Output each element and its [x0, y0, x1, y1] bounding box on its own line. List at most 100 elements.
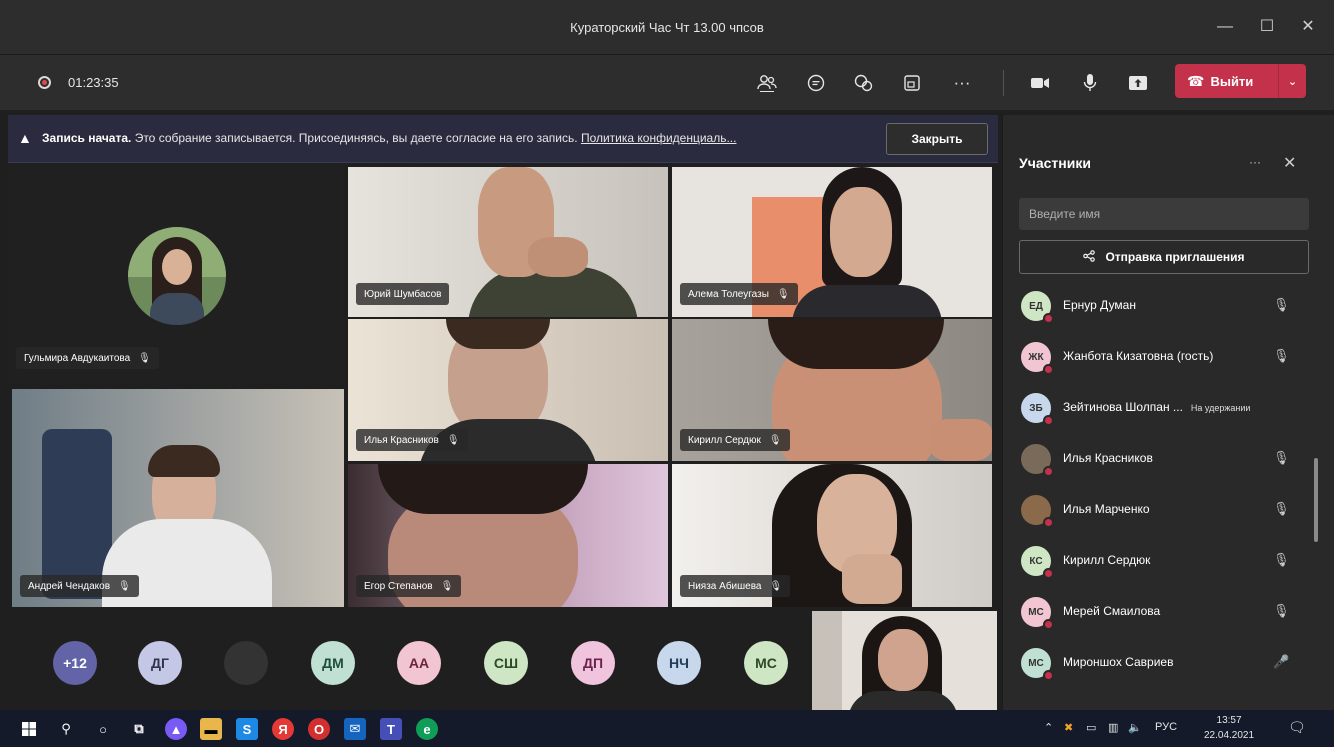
microphone-icon[interactable]: [1074, 67, 1106, 99]
reactions-icon[interactable]: [848, 67, 880, 99]
camera-icon[interactable]: [1024, 67, 1056, 99]
video-tile[interactable]: Егор Степанов 🎙: [348, 464, 668, 607]
avatar-initials: ЗБ: [1029, 402, 1043, 414]
participant-row[interactable]: КС Кирилл Сердюк 🎙: [1003, 538, 1313, 589]
edge-icon[interactable]: e: [416, 718, 438, 740]
send-invite-button[interactable]: Отправка приглашения: [1019, 240, 1309, 274]
avatar[interactable]: СШ: [484, 641, 528, 685]
opera-icon[interactable]: O: [308, 718, 330, 740]
search-icon[interactable]: ⚲: [55, 718, 77, 740]
self-video-preview[interactable]: [812, 611, 997, 710]
video-tile[interactable]: Илья Красников 🎙: [348, 319, 668, 461]
participant-row[interactable]: Илья Красников 🎙: [1003, 436, 1313, 487]
participant-row[interactable]: МС Мироншох Савриев 🎤: [1003, 640, 1313, 691]
mail-icon[interactable]: ✉: [344, 718, 366, 740]
video-tile[interactable]: Юрий Шумбасов: [348, 167, 668, 317]
yandex-browser-icon[interactable]: Я: [272, 718, 294, 740]
clock-time: 13:57: [1216, 715, 1242, 726]
participant-name-tag: Егор Степанов 🎙: [356, 575, 462, 597]
app-icon[interactable]: ▲: [165, 718, 187, 740]
video-tile[interactable]: Нияза Абишева 🎙: [672, 464, 992, 607]
mic-off-icon: 🎙: [1273, 348, 1290, 363]
taskbar-clock[interactable]: 13:57 22.04.2021: [1204, 713, 1254, 743]
panel-title: Участники: [1019, 155, 1091, 171]
teams-icon[interactable]: T: [380, 718, 402, 740]
recording-started-label: Запись начата.: [42, 131, 132, 145]
close-banner-button[interactable]: Закрыть: [886, 123, 988, 155]
avatar[interactable]: АА: [397, 641, 441, 685]
participant-name: Мерей Смаилова: [1063, 604, 1161, 618]
cortana-icon[interactable]: ○: [92, 718, 114, 740]
participant-row[interactable]: ЕД Ернур Думан 🎙: [1003, 283, 1313, 334]
participant-name-tag: Юрий Шумбасов: [356, 283, 450, 305]
leave-label: Выйти: [1210, 73, 1254, 89]
status-badge: [1043, 313, 1054, 324]
recording-icon: [38, 76, 51, 89]
avatar: КС: [1021, 546, 1054, 579]
avatar-initials: ЕД: [1029, 300, 1043, 312]
panel-close-button[interactable]: ✕: [1283, 153, 1296, 173]
mic-off-icon: 🎙: [768, 434, 782, 446]
participant-search-input[interactable]: [1019, 198, 1309, 230]
participant-name: Андрей Чендаков: [28, 580, 111, 592]
leave-dropdown-button[interactable]: ⌄: [1278, 64, 1306, 98]
mic-off-icon: 🎙: [446, 434, 460, 446]
avatar[interactable]: ДМ: [311, 641, 355, 685]
participant-name: Илья Красников: [1063, 451, 1153, 465]
network-icon[interactable]: ▥: [1108, 721, 1118, 734]
minimize-button[interactable]: —: [1214, 16, 1236, 38]
avatar[interactable]: [224, 641, 268, 685]
panel-scrollbar[interactable]: [1314, 458, 1318, 542]
avatar: [1021, 444, 1054, 477]
share-screen-icon[interactable]: [1122, 67, 1154, 99]
warning-icon: ▲: [18, 130, 32, 146]
mic-off-icon: 🎙: [1273, 603, 1290, 618]
battery-icon[interactable]: ▭: [1086, 721, 1096, 734]
task-view-icon[interactable]: ⧉: [128, 718, 150, 740]
participant-row[interactable]: МС Мерей Смаилова 🎙: [1003, 589, 1313, 640]
avatar[interactable]: НЧ: [657, 641, 701, 685]
participant-row[interactable]: Илья Марченко 🎙: [1003, 487, 1313, 538]
volume-icon[interactable]: 🔈: [1128, 721, 1142, 734]
avatar-label: СШ: [493, 655, 519, 671]
panel-more-button[interactable]: ···: [1249, 155, 1261, 169]
file-explorer-icon[interactable]: ▬: [200, 718, 222, 740]
close-window-button[interactable]: ✕: [1297, 16, 1319, 38]
hang-up-icon: ☎: [1187, 72, 1205, 89]
participant-row[interactable]: ЖК Жанбота Кизатовна (гость) 🎙: [1003, 334, 1313, 385]
on-hold-label: На удержании: [1190, 403, 1251, 413]
video-tile[interactable]: Гульмира Авдукаитова 🎙: [8, 167, 344, 383]
video-tile[interactable]: Кирилл Сердюк 🎙: [672, 319, 992, 461]
recording-notice: Это собрание записывается. Присоединяясь…: [131, 131, 581, 145]
participant-name: Жанбота Кизатовна (гость): [1063, 349, 1214, 363]
maximize-button[interactable]: ☐: [1256, 16, 1278, 38]
language-indicator[interactable]: РУС: [1155, 721, 1177, 733]
participant-name-tag: Кирилл Сердюк 🎙: [680, 429, 790, 451]
avatar[interactable]: ДП: [571, 641, 615, 685]
participant-row[interactable]: ЗБ Зейтинова Шолпан ... На удержании: [1003, 385, 1313, 436]
more-actions-icon[interactable]: ···: [946, 67, 978, 99]
leave-button[interactable]: ☎ Выйти ⌄: [1175, 64, 1306, 98]
privacy-policy-link[interactable]: Политика конфиденциаль...: [581, 131, 737, 145]
tray-chevron-icon[interactable]: ⌃: [1044, 721, 1053, 734]
tray-app-icon[interactable]: ✖: [1064, 721, 1073, 734]
participant-photo: [128, 227, 226, 325]
participants-panel: Участники ··· ✕ Отправка приглашения ЕД …: [1002, 115, 1334, 710]
skype-icon[interactable]: S: [236, 718, 258, 740]
video-tile[interactable]: Андрей Чендаков 🎙: [12, 389, 344, 607]
notifications-icon[interactable]: 🗨: [1288, 719, 1306, 736]
avatar: ЕД: [1021, 291, 1054, 324]
recording-banner-text: Запись начата. Это собрание записывается…: [42, 131, 877, 145]
windows-start-icon[interactable]: [18, 718, 40, 740]
share-tray-icon[interactable]: [896, 67, 928, 99]
chat-icon[interactable]: [800, 67, 832, 99]
avatar[interactable]: МС: [744, 641, 788, 685]
participants-icon[interactable]: [751, 67, 783, 99]
participant-name: Алема Толеугазы: [688, 288, 769, 300]
video-tile[interactable]: Алема Толеугазы 🎙: [672, 167, 992, 317]
more-participants-avatar[interactable]: +12: [53, 641, 97, 685]
avatar[interactable]: ДГ: [138, 641, 182, 685]
status-badge: [1043, 517, 1054, 528]
meeting-timer: 01:23:35: [68, 75, 119, 90]
participant-name: Гульмира Авдукаитова: [24, 352, 131, 364]
